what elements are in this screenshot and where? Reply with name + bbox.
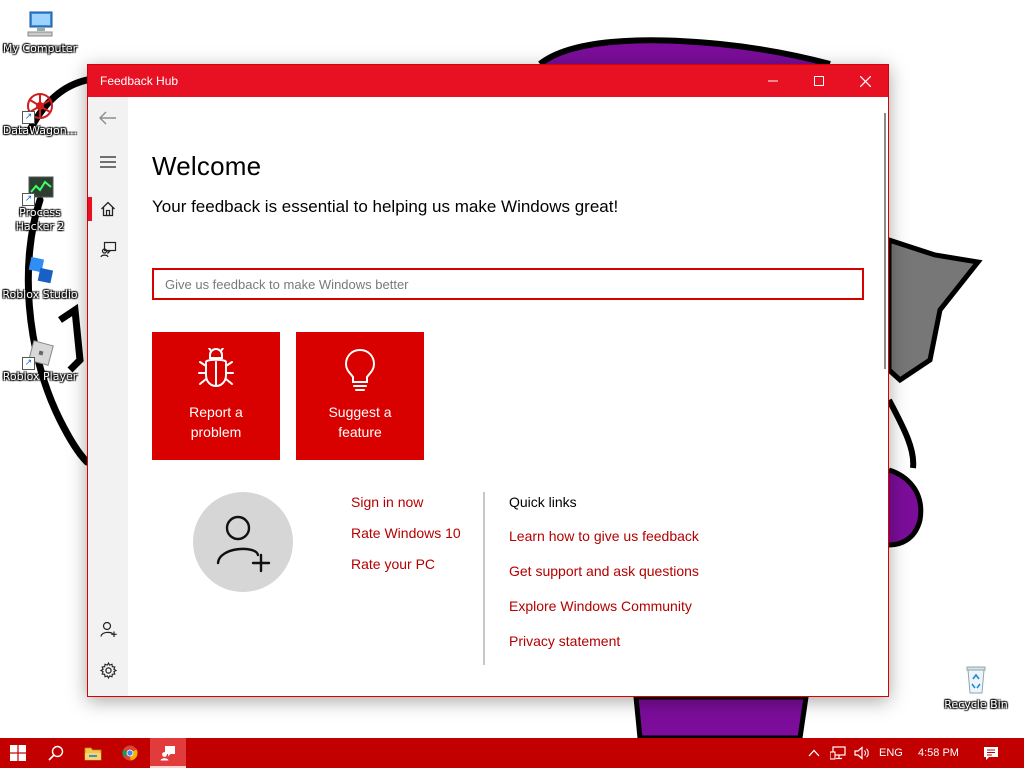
- volume-button[interactable]: [850, 738, 874, 768]
- notification-icon: [984, 746, 998, 760]
- report-problem-tile[interactable]: Report a problem: [152, 332, 280, 460]
- chrome-icon: [122, 745, 138, 761]
- show-hidden-icons-button[interactable]: [804, 738, 824, 768]
- menu-button[interactable]: [88, 144, 128, 180]
- back-icon: [99, 111, 116, 125]
- lightbulb-icon: [344, 348, 376, 391]
- datawagon-icon: ↗: [22, 90, 56, 124]
- back-button[interactable]: [88, 100, 128, 136]
- navigation-rail: [88, 97, 128, 696]
- nav-settings[interactable]: [88, 652, 128, 688]
- action-center-button[interactable]: [976, 738, 1006, 768]
- title-bar[interactable]: Feedback Hub: [88, 65, 888, 97]
- tile-label-line: Suggest a: [328, 404, 392, 420]
- process-hacker-icon: ↗: [22, 172, 56, 206]
- desktop-icon-roblox-player[interactable]: ↗ Roblox Player: [1, 336, 79, 384]
- feedback-hub-window: Feedback Hub Welcome Your feedback is es…: [87, 64, 889, 697]
- window-title: Feedback Hub: [100, 74, 179, 88]
- network-button[interactable]: [826, 738, 850, 768]
- roblox-player-icon: ↗: [22, 336, 56, 370]
- window-controls: [750, 65, 888, 97]
- computer-icon: [24, 8, 56, 40]
- file-explorer-button[interactable]: [76, 738, 110, 768]
- settings-icon: [99, 661, 117, 679]
- menu-icon: [100, 156, 116, 168]
- desktop-icon-recycle-bin[interactable]: Recycle Bin: [937, 664, 1015, 712]
- tile-label-line: feature: [338, 424, 382, 440]
- feedback-hub-taskbar-button[interactable]: [150, 738, 186, 768]
- desktop-icon-label: My Computer: [2, 42, 78, 55]
- add-account-icon: [99, 621, 117, 637]
- quick-link-learn-feedback[interactable]: Learn how to give us feedback: [509, 528, 699, 544]
- feedback-search-input[interactable]: [152, 268, 864, 300]
- nav-add-account[interactable]: [88, 611, 128, 647]
- quick-link-get-support[interactable]: Get support and ask questions: [509, 563, 699, 579]
- add-person-icon: [216, 515, 271, 573]
- section-divider: [483, 492, 485, 665]
- desktop-icon-my-computer[interactable]: My Computer: [1, 8, 79, 56]
- desktop-icon-label: Roblox Studio: [2, 288, 78, 301]
- tile-label-line: problem: [190, 424, 242, 440]
- input-language[interactable]: ENG: [879, 738, 903, 768]
- recycle-bin-icon: [960, 664, 992, 696]
- desktop-icon-label: DataWagon...: [2, 124, 78, 137]
- nav-feedback[interactable]: [88, 231, 128, 267]
- search-button[interactable]: [38, 738, 74, 768]
- desktop-icon-label: Roblox Player: [2, 370, 78, 383]
- minimize-button[interactable]: [750, 65, 796, 97]
- home-icon: [101, 201, 115, 217]
- bug-icon: [198, 348, 234, 388]
- quick-link-windows-community[interactable]: Explore Windows Community: [509, 598, 692, 614]
- windows-start-icon: [10, 745, 26, 761]
- maximize-button[interactable]: [796, 65, 842, 97]
- feedback-icon: [99, 241, 116, 257]
- tile-label-line: Report a: [189, 404, 243, 420]
- desktop-icon-process-hacker[interactable]: ↗ Process Hacker 2: [1, 172, 79, 234]
- chevron-up-icon: [808, 749, 820, 757]
- start-button[interactable]: [0, 738, 36, 768]
- nav-home[interactable]: [88, 191, 128, 227]
- quick-links-heading: Quick links: [509, 494, 577, 510]
- speaker-icon: [854, 746, 869, 760]
- taskbar: ENG 4:58 PM: [0, 738, 1024, 768]
- close-icon: [859, 75, 871, 87]
- rate-windows-link[interactable]: Rate Windows 10: [351, 525, 461, 541]
- maximize-icon: [814, 76, 824, 86]
- close-button[interactable]: [842, 65, 888, 97]
- avatar-sign-in[interactable]: [193, 492, 293, 592]
- search-icon: [48, 745, 64, 761]
- page-subtitle: Your feedback is essential to helping us…: [152, 197, 619, 216]
- rate-pc-link[interactable]: Rate your PC: [351, 556, 435, 572]
- desktop-icon-label: Recycle Bin: [944, 698, 1008, 711]
- minimize-icon: [768, 80, 778, 82]
- feedback-hub-icon: [160, 746, 175, 761]
- quick-link-privacy[interactable]: Privacy statement: [509, 633, 620, 649]
- clock[interactable]: 4:58 PM: [918, 738, 959, 768]
- file-explorer-icon: [84, 747, 102, 761]
- roblox-studio-icon: [24, 254, 56, 286]
- vertical-scrollbar[interactable]: [884, 113, 886, 369]
- main-content: Welcome Your feedback is essential to he…: [128, 97, 888, 696]
- page-title: Welcome: [152, 151, 262, 181]
- desktop-icon-label: Process Hacker 2: [15, 206, 65, 233]
- network-icon: [830, 746, 846, 760]
- desktop-icon-datawagon[interactable]: ↗ DataWagon...: [1, 90, 79, 138]
- sign-in-link[interactable]: Sign in now: [351, 494, 423, 510]
- suggest-feature-tile[interactable]: Suggest a feature: [296, 332, 424, 460]
- desktop-icon-roblox-studio[interactable]: Roblox Studio: [1, 254, 79, 302]
- chrome-button[interactable]: [112, 738, 148, 768]
